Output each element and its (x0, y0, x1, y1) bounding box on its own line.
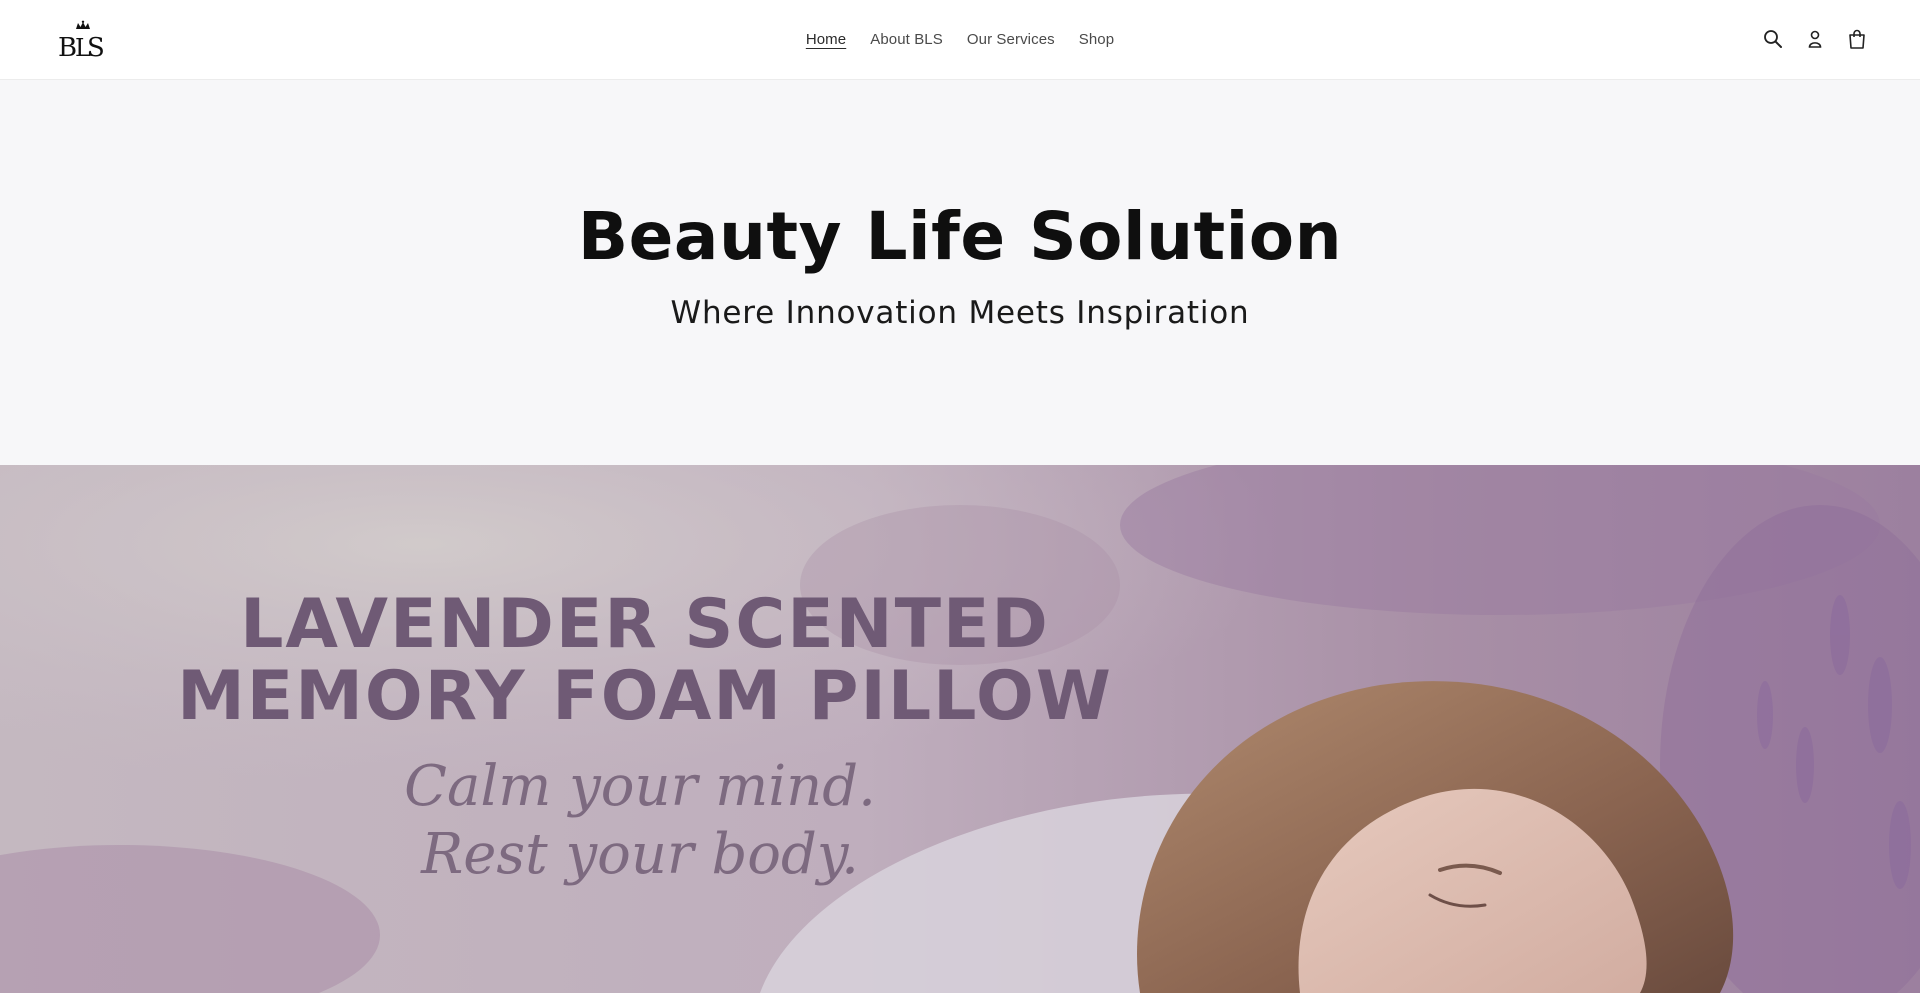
nav-services[interactable]: Our Services (967, 31, 1055, 48)
page-subtitle: Where Innovation Meets Inspiration (670, 295, 1250, 331)
hero-headline-line-2: MEMORY FOAM PILLOW (177, 657, 1113, 736)
nav-shop[interactable]: Shop (1079, 31, 1114, 48)
hero-headline-line-1: LAVENDER SCENTED (240, 585, 1050, 664)
nav-home[interactable]: Home (806, 31, 846, 48)
hero-banner: Beauty Life Solution Where Innovation Me… (0, 80, 1920, 465)
hero-headline: LAVENDER SCENTED MEMORY FOAM PILLOW (165, 589, 1125, 733)
account-icon[interactable] (1804, 28, 1826, 50)
header-actions (1762, 28, 1868, 50)
hero-tagline: Calm your mind. Rest your body. (240, 753, 1040, 889)
hero-tagline-line-1: Calm your mind. (404, 754, 876, 819)
site-header: B L S Home About BLS Our Services Shop (0, 0, 1920, 80)
main-nav: Home About BLS Our Services Shop (0, 0, 1920, 80)
cart-icon[interactable] (1846, 28, 1868, 50)
nav-about[interactable]: About BLS (870, 31, 943, 48)
hero-tagline-line-2: Rest your body. (421, 822, 859, 887)
page-title: Beauty Life Solution (577, 198, 1343, 275)
product-hero-image[interactable]: LAVENDER SCENTED MEMORY FOAM PILLOW Calm… (0, 465, 1920, 993)
search-icon[interactable] (1762, 28, 1784, 50)
